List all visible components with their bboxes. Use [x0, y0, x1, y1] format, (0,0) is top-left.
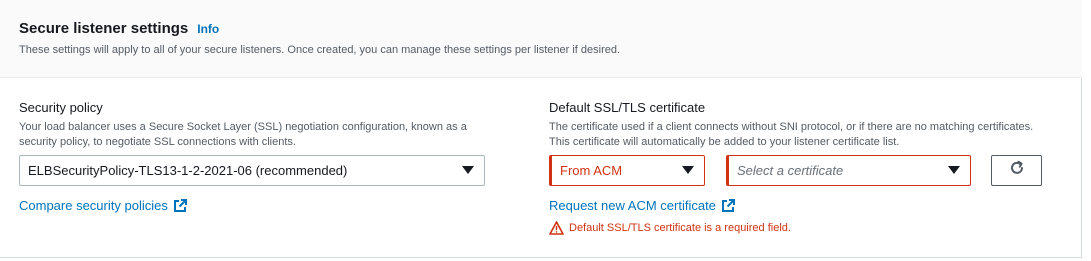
section-description: These settings will apply to all of your…: [19, 44, 621, 56]
external-link-icon: [721, 198, 735, 213]
certificate-placeholder: Select a certificate: [737, 163, 844, 178]
certificate-label: Default SSL/TLS certificate: [549, 100, 706, 115]
section-title: Secure listener settings: [19, 20, 189, 37]
certificate-select[interactable]: Select a certificate: [726, 155, 971, 186]
request-acm-certificate-link[interactable]: Request new ACM certificate: [549, 198, 735, 213]
caret-down-icon: [462, 166, 474, 174]
compare-security-policies-link[interactable]: Compare security policies: [19, 198, 187, 213]
security-policy-field: Security policy Your load balancer uses …: [19, 100, 489, 150]
warning-icon: [549, 221, 564, 235]
refresh-certificates-button[interactable]: [991, 155, 1042, 186]
request-link-label: Request new ACM certificate: [549, 198, 716, 213]
certificate-source-value: From ACM: [560, 163, 623, 178]
title-row: Secure listener settings Info: [19, 20, 219, 37]
certificate-source-select[interactable]: From ACM: [549, 155, 705, 186]
refresh-icon: [1009, 160, 1025, 181]
certificate-field: Default SSL/TLS certificate The certific…: [549, 100, 1049, 150]
compare-link-label: Compare security policies: [19, 198, 168, 213]
secure-listener-settings-panel: Secure listener settings Info These sett…: [0, 0, 1082, 258]
certificate-error-text: Default SSL/TLS certificate is a require…: [569, 222, 791, 234]
security-policy-label: Security policy: [19, 100, 103, 115]
security-policy-description: Your load balancer uses a Secure Socket …: [19, 121, 467, 148]
info-link[interactable]: Info: [197, 22, 219, 36]
certificate-description: The certificate used if a client connect…: [549, 121, 1034, 148]
panel-header: Secure listener settings Info These sett…: [0, 0, 1082, 78]
certificate-error-message: Default SSL/TLS certificate is a require…: [549, 221, 791, 235]
security-policy-value: ELBSecurityPolicy-TLS13-1-2-2021-06 (rec…: [28, 163, 348, 178]
security-policy-select[interactable]: ELBSecurityPolicy-TLS13-1-2-2021-06 (rec…: [19, 155, 485, 186]
external-link-icon: [173, 198, 187, 213]
caret-down-icon: [948, 166, 960, 174]
caret-down-icon: [682, 166, 694, 174]
